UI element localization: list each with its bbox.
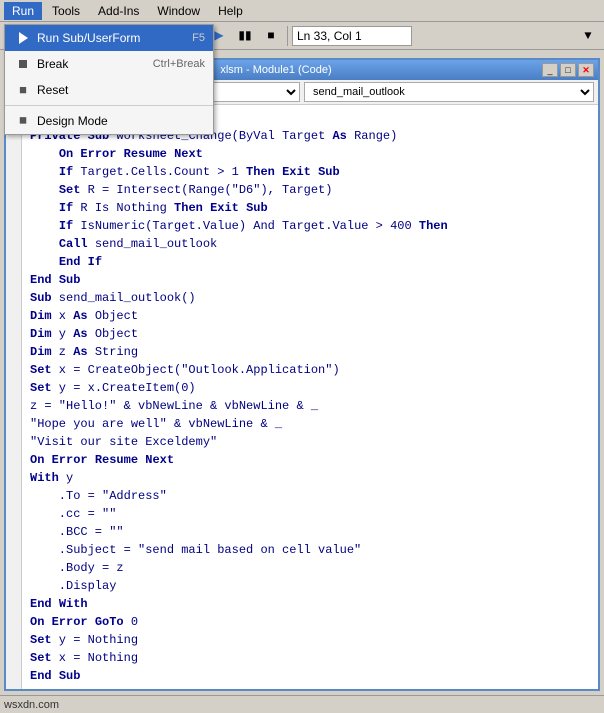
design-mode-label: Design Mode bbox=[37, 114, 205, 128]
toolbar-break-btn[interactable]: ▮▮ bbox=[233, 25, 257, 47]
proc-selector[interactable]: send_mail_outlook bbox=[304, 82, 594, 102]
code-line: .Body = z bbox=[30, 559, 590, 577]
break-label: Break bbox=[37, 57, 153, 71]
code-line: Dim y As Object bbox=[30, 325, 590, 343]
code-line: On Error Resume Next bbox=[30, 145, 590, 163]
code-line: Dim x As Object bbox=[30, 307, 590, 325]
code-line: .cc = "" bbox=[30, 505, 590, 523]
code-line: On Error GoTo 0 bbox=[30, 613, 590, 631]
design-icon: ◼ bbox=[13, 111, 33, 131]
code-line: Set x = CreateObject("Outlook.Applicatio… bbox=[30, 361, 590, 379]
code-editor[interactable]: Dim R As RangePrivate Sub Worksheet_Chan… bbox=[22, 105, 598, 689]
code-line: On Error Resume Next bbox=[30, 451, 590, 469]
xlsm-window: xlsm - Module1 (Code) _ □ ✕ Worksheet_Ch… bbox=[4, 58, 600, 691]
location-input[interactable] bbox=[292, 26, 412, 46]
left-sidebar bbox=[6, 105, 22, 689]
code-line: Sub send_mail_outlook() bbox=[30, 289, 590, 307]
code-line: If R Is Nothing Then Exit Sub bbox=[30, 199, 590, 217]
maximize-btn[interactable]: □ bbox=[560, 63, 576, 77]
status-bar: wsxdn.com bbox=[0, 695, 604, 713]
code-line: "Visit our site Exceldemy" bbox=[30, 433, 590, 451]
window-menu[interactable]: Window bbox=[149, 2, 208, 20]
minimize-btn[interactable]: _ bbox=[542, 63, 558, 77]
run-sub-userform-item[interactable]: Run Sub/UserForm F5 bbox=[5, 25, 213, 51]
help-menu[interactable]: Help bbox=[210, 2, 251, 20]
code-line: "Hope you are well" & vbNewLine & _ bbox=[30, 415, 590, 433]
run-menu-container: Run Run Sub/UserForm F5 Break Ctrl+Break… bbox=[4, 2, 42, 20]
code-line: End Sub bbox=[30, 667, 590, 685]
code-line: If IsNumeric(Target.Value) And Target.Va… bbox=[30, 217, 590, 235]
toolbar-sep4 bbox=[287, 26, 288, 46]
menu-separator bbox=[5, 105, 213, 106]
reset-item[interactable]: ■ Reset bbox=[5, 77, 213, 103]
code-line: .To = "Address" bbox=[30, 487, 590, 505]
run-sub-shortcut: F5 bbox=[192, 32, 205, 44]
code-line: Set x = Nothing bbox=[30, 649, 590, 667]
tools-menu[interactable]: Tools bbox=[44, 2, 88, 20]
code-line: Call send_mail_outlook bbox=[30, 235, 590, 253]
code-line: If Target.Cells.Count > 1 Then Exit Sub bbox=[30, 163, 590, 181]
vbe-area: xlsm - Module1 (Code) _ □ ✕ Worksheet_Ch… bbox=[0, 50, 604, 695]
status-text: wsxdn.com bbox=[4, 699, 59, 711]
code-line: End With bbox=[30, 595, 590, 613]
code-line: End If bbox=[30, 253, 590, 271]
code-line: .Display bbox=[30, 577, 590, 595]
break-item[interactable]: Break Ctrl+Break bbox=[5, 51, 213, 77]
run-dropdown: Run Sub/UserForm F5 Break Ctrl+Break ■ R… bbox=[4, 24, 214, 135]
close-btn[interactable]: ✕ bbox=[578, 63, 594, 77]
code-line: Set y = Nothing bbox=[30, 631, 590, 649]
code-line: With y bbox=[30, 469, 590, 487]
run-menu[interactable]: Run bbox=[4, 2, 42, 20]
code-line: .Subject = "send mail based on cell valu… bbox=[30, 541, 590, 559]
break-icon bbox=[13, 54, 33, 74]
menu-bar: Run Run Sub/UserForm F5 Break Ctrl+Break… bbox=[0, 0, 604, 22]
dropdown-arrow[interactable]: ▼ bbox=[576, 25, 600, 47]
code-line: Set R = Intersect(Range("D6"), Target) bbox=[30, 181, 590, 199]
run-sub-label: Run Sub/UserForm bbox=[37, 31, 192, 45]
code-line: Set y = x.CreateItem(0) bbox=[30, 379, 590, 397]
code-line: .BCC = "" bbox=[30, 523, 590, 541]
code-line: End Sub bbox=[30, 271, 590, 289]
toolbar-reset-btn[interactable]: ■ bbox=[259, 25, 283, 47]
design-mode-item[interactable]: ◼ Design Mode bbox=[5, 108, 213, 134]
code-line: z = "Hello!" & vbNewLine & vbNewLine & _ bbox=[30, 397, 590, 415]
xlsm-window-controls: _ □ ✕ bbox=[542, 63, 594, 77]
addins-menu[interactable]: Add-Ins bbox=[90, 2, 147, 20]
reset-label: Reset bbox=[37, 83, 205, 97]
code-area-container: Dim R As RangePrivate Sub Worksheet_Chan… bbox=[6, 105, 598, 689]
reset-icon: ■ bbox=[13, 80, 33, 100]
code-line: Dim z As String bbox=[30, 343, 590, 361]
break-shortcut: Ctrl+Break bbox=[153, 58, 205, 70]
play-icon bbox=[13, 28, 33, 48]
